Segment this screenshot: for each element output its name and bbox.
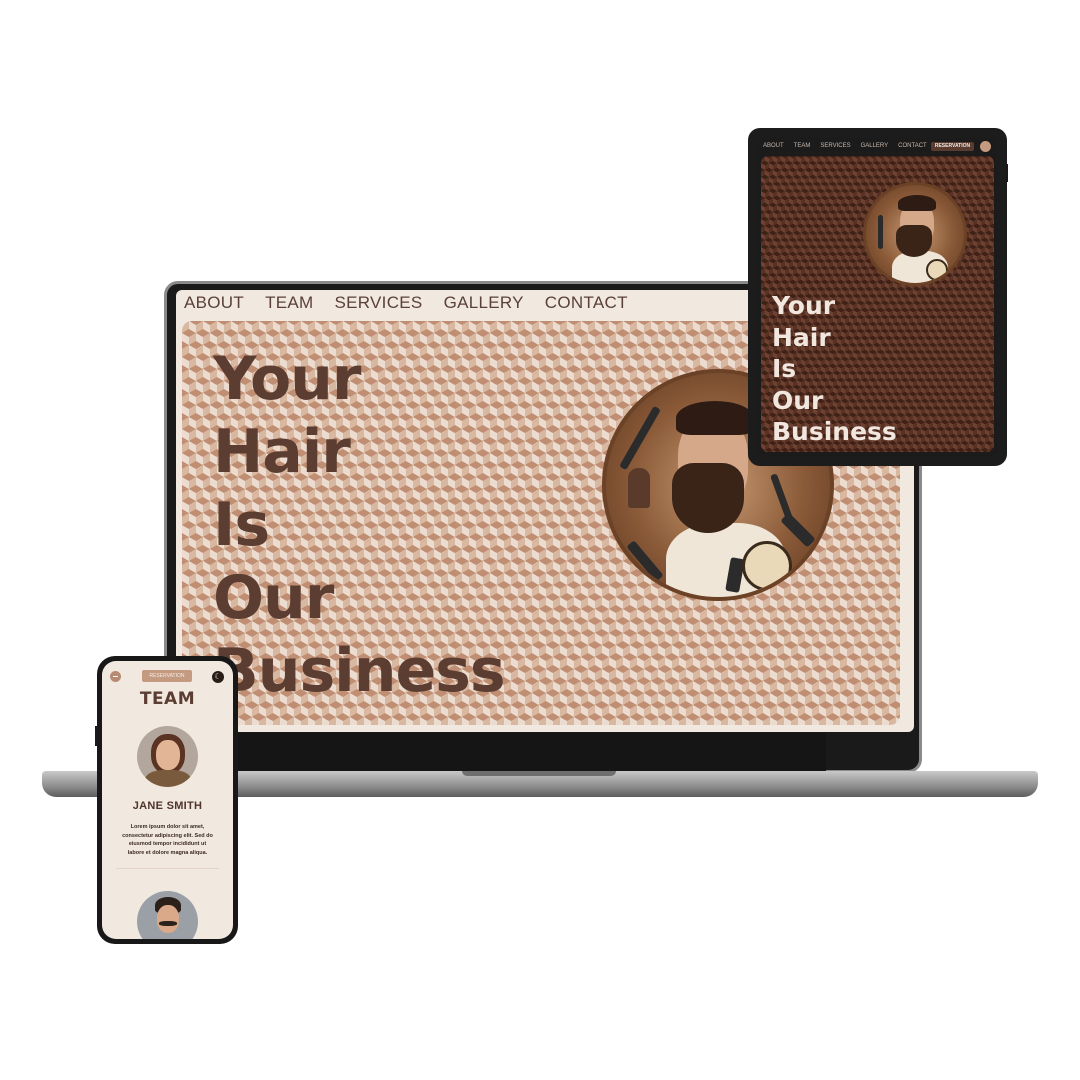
nav-contact-link[interactable]: CONTACT [898, 143, 927, 149]
hero-line: Is [213, 490, 270, 560]
hero-line: Your [772, 291, 836, 320]
nav-team-link[interactable]: TEAM [794, 143, 811, 149]
nav-contact-link[interactable]: CONTACT [545, 293, 628, 313]
hero-line: Your [213, 344, 361, 414]
nav-services-link[interactable]: SERVICES [335, 293, 423, 313]
tablet-screen: ABOUT TEAM SERVICES GALLERY CONTACT RESE… [758, 138, 997, 456]
menu-icon[interactable] [110, 671, 121, 682]
team-member-avatar [137, 891, 198, 939]
laptop-nav: ABOUT TEAM SERVICES GALLERY CONTACT [184, 293, 628, 313]
nav-team-link[interactable]: TEAM [265, 293, 313, 313]
hero-line: Is [772, 354, 797, 383]
hero-title: Your Hair Is Our Business [772, 290, 897, 448]
barber-portrait-image [863, 182, 967, 286]
tablet-nav: ABOUT TEAM SERVICES GALLERY CONTACT [763, 143, 927, 149]
hero-line: Our [772, 385, 824, 415]
dark-mode-icon[interactable]: ☾ [212, 671, 224, 683]
tablet-frame: ABOUT TEAM SERVICES GALLERY CONTACT RESE… [748, 128, 1008, 466]
hero-title: Your Hair Is Our Business [213, 343, 506, 708]
section-title: TEAM [139, 689, 196, 709]
hero-line: Our [213, 563, 334, 633]
hero-line: Business [772, 417, 897, 446]
phone-screen: RESERVATION ☾ TEAM JANE SMITH Lorem ipsu… [102, 661, 233, 939]
reservation-button[interactable]: RESERVATION [931, 142, 974, 151]
hero-line: Hair [213, 417, 351, 487]
hero-line: Business [213, 636, 506, 706]
nav-about-link[interactable]: ABOUT [763, 143, 784, 149]
hero-banner: Your Hair Is Our Business [761, 156, 994, 452]
team-member-bio: Lorem ipsum dolor sit amet, consectetur … [122, 824, 213, 856]
laptop-keyboard [236, 733, 826, 771]
team-member-avatar [137, 726, 198, 787]
nav-gallery-link[interactable]: GALLERY [444, 293, 524, 313]
hero-line: Hair [772, 322, 831, 352]
team-member-name: JANE SMITH [132, 800, 203, 812]
theme-toggle-icon[interactable] [980, 141, 991, 152]
phone-frame: RESERVATION ☾ TEAM JANE SMITH Lorem ipsu… [95, 656, 238, 944]
nav-gallery-link[interactable]: GALLERY [861, 143, 889, 149]
divider [116, 868, 219, 869]
nav-services-link[interactable]: SERVICES [820, 143, 850, 149]
nav-about-link[interactable]: ABOUT [184, 293, 244, 313]
reservation-button[interactable]: RESERVATION [142, 670, 192, 682]
laptop-trackpad-notch [462, 771, 616, 776]
